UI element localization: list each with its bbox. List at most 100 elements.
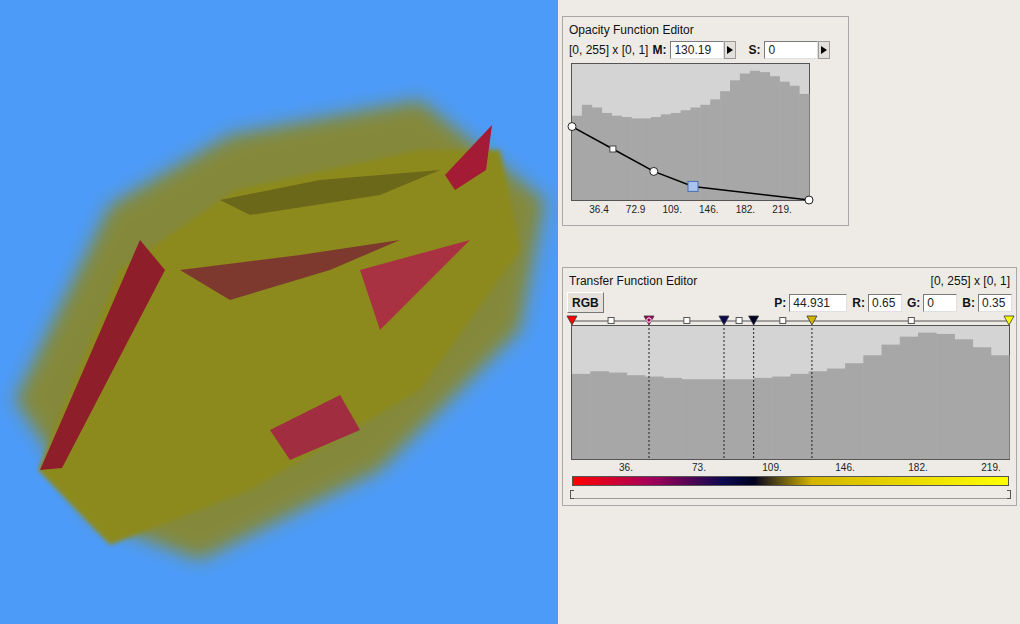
histogram-bar (789, 86, 799, 200)
color-marker[interactable] (908, 318, 914, 324)
field-label: P: (774, 294, 786, 312)
histogram-bar (700, 105, 710, 200)
histogram-bar (671, 113, 681, 200)
histogram-bar (799, 94, 809, 200)
transfer-chart[interactable]: 36.73.109.146.182.219. (567, 316, 1014, 476)
opacity-chart[interactable]: 36.472.9109.146.182.219. (571, 63, 815, 219)
mode-button[interactable]: RGB (567, 292, 604, 313)
control-point[interactable] (650, 167, 658, 175)
volume-render-icon (0, 0, 558, 624)
histogram-bar (651, 117, 661, 200)
histogram-bar (991, 355, 1010, 459)
histogram-bar (770, 76, 780, 200)
control-point[interactable] (568, 123, 576, 131)
histogram-bar (754, 378, 773, 459)
tick-label: 182. (736, 204, 755, 215)
histogram-bar (973, 347, 992, 459)
panel-title: Transfer Function Editor (569, 272, 697, 290)
number-field[interactable]: 44.931 (789, 294, 847, 312)
range-label: [0, 255] x [0, 1] (569, 41, 648, 59)
number-field[interactable]: 0.65 (868, 294, 902, 312)
color-bar (572, 476, 1009, 486)
tick-label: 36.4 (589, 204, 609, 215)
app-window: Opacity Function Editor [0, 255] x [0, 1]… (0, 0, 1020, 624)
histogram-bar (645, 377, 664, 459)
color-marker[interactable] (736, 318, 742, 324)
histogram-bar (612, 116, 622, 200)
histogram-bar (582, 105, 592, 200)
histogram-bar (627, 375, 646, 459)
histogram-bar (602, 113, 612, 200)
histogram-bar (779, 82, 789, 200)
transfer-editor-panel: Transfer Function Editor [0, 255] x [0, 1… (562, 267, 1017, 506)
histogram-bar (641, 118, 651, 200)
volume-view[interactable] (0, 0, 558, 624)
histogram-bar (750, 71, 760, 200)
control-point[interactable] (805, 196, 813, 204)
histogram-bar (592, 108, 602, 200)
histogram-bar (663, 378, 682, 459)
tick-label: 219. (772, 204, 791, 215)
slider-handle[interactable] (570, 490, 574, 499)
arrow-right-icon (821, 46, 827, 54)
number-field[interactable]: 0 (764, 41, 818, 59)
histogram-bar (720, 91, 730, 200)
color-marker[interactable] (684, 318, 690, 324)
field-label: G: (907, 294, 920, 312)
tick-label: 72.9 (626, 204, 646, 215)
slider-handle[interactable] (1007, 490, 1011, 499)
arrow-right-icon (727, 46, 733, 54)
opacity-curve (572, 127, 809, 200)
tick-label: 109. (662, 204, 681, 215)
number-field[interactable]: 0 (923, 294, 957, 312)
color-controls: RGB P:44.931 R:0.65 G:0 B:0.35 (567, 292, 1012, 313)
histogram-bar (936, 334, 955, 459)
histogram-bar (900, 337, 919, 459)
tick-label: 73. (692, 462, 706, 473)
tick-label: 36. (619, 462, 633, 473)
field-label: B: (962, 294, 975, 312)
number-field[interactable]: 0.35 (978, 294, 1012, 312)
histogram-bar (791, 374, 810, 459)
editor-column: Opacity Function Editor [0, 255] x [0, 1]… (558, 0, 1017, 624)
tick-label: 219. (981, 462, 1000, 473)
histogram-bar (772, 377, 791, 459)
color-marker[interactable] (567, 316, 577, 325)
color-marker[interactable] (1004, 316, 1014, 325)
histogram-bar (572, 374, 591, 459)
opacity-editor-panel: Opacity Function Editor [0, 255] x [0, 1]… (562, 16, 849, 226)
control-point[interactable] (688, 181, 698, 191)
histogram-bar (736, 379, 755, 459)
histogram-bar (608, 373, 627, 459)
histogram-bar (681, 379, 700, 459)
histogram-bar (718, 379, 737, 459)
color-marker[interactable] (719, 316, 729, 459)
tick-label: 182. (908, 462, 927, 473)
number-field[interactable]: 130.19 (670, 41, 724, 59)
spin-button[interactable] (724, 41, 736, 59)
panel-title: Opacity Function Editor (569, 21, 842, 39)
histogram-bar (882, 345, 901, 459)
opacity-controls: [0, 255] x [0, 1]M:130.19 S:0 (569, 41, 842, 59)
field-label: R: (852, 294, 865, 312)
range-slider[interactable] (570, 490, 1011, 499)
spin-button[interactable] (818, 41, 830, 59)
histogram-bar (661, 114, 671, 200)
m-label: M: (652, 41, 666, 59)
s-label: S: (748, 41, 760, 59)
histogram-bar (863, 355, 882, 459)
histogram-bar (845, 363, 864, 459)
histogram-bar (699, 379, 718, 459)
color-marker[interactable] (780, 318, 786, 324)
range-label: [0, 255] x [0, 1] (931, 272, 1010, 290)
histogram-bar (740, 74, 750, 200)
histogram-bar (918, 333, 937, 459)
histogram-bar (827, 369, 846, 459)
histogram-bar (710, 99, 720, 200)
color-marker[interactable] (608, 318, 614, 324)
color-marker[interactable] (807, 316, 817, 459)
color-marker[interactable] (749, 316, 759, 459)
histogram-bar (954, 339, 973, 459)
color-marker[interactable] (644, 316, 654, 459)
control-point[interactable] (610, 146, 616, 152)
